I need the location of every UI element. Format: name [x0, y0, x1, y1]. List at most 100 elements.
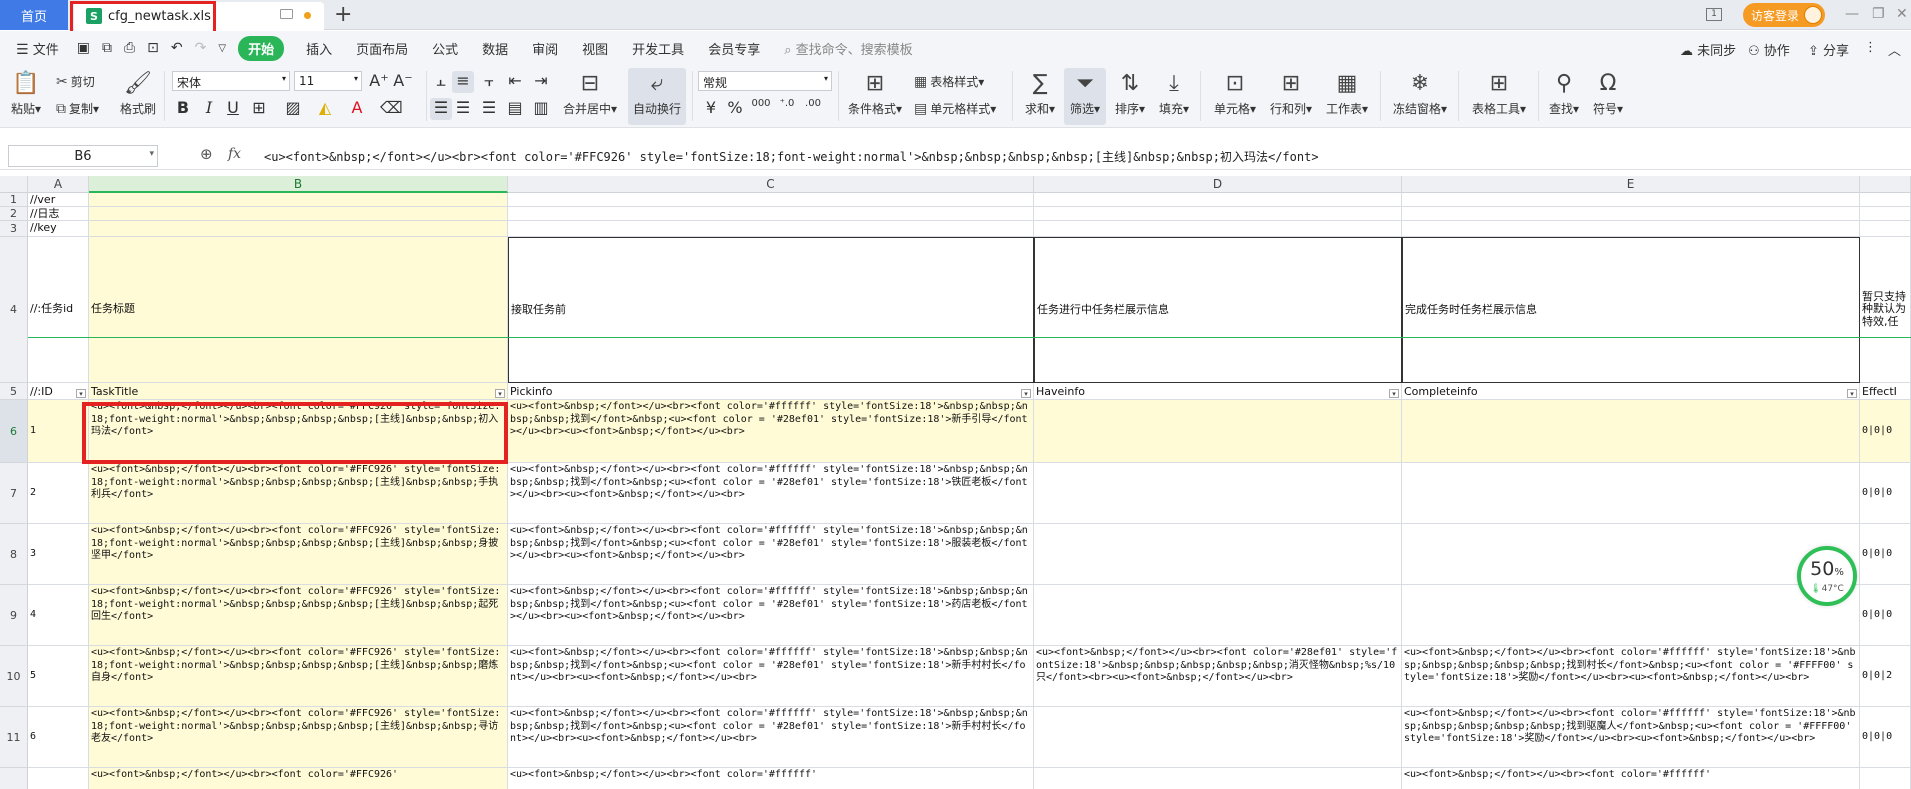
align-middle-icon[interactable]: ≡	[452, 71, 474, 90]
cell-b-3[interactable]	[89, 221, 508, 237]
increase-decimal-icon[interactable]: ⁺.0	[776, 98, 798, 109]
cell-f-12[interactable]	[1860, 768, 1911, 789]
row-col-button[interactable]: ⊞ 行和列▾	[1266, 71, 1316, 117]
cell-f-4[interactable]: 暂只支持种默认为特效,任	[1860, 237, 1911, 383]
cell-f-9[interactable]: 0|0|0	[1860, 585, 1911, 646]
freeze-panes-button[interactable]: ❄ 冻结窗格▾	[1390, 71, 1450, 117]
menu-review[interactable]: 审阅	[532, 39, 558, 58]
cell-f-8[interactable]: 0|0|0	[1860, 524, 1911, 585]
table-style-button[interactable]: ▦ 表格样式▾	[914, 73, 984, 90]
cell-a-3[interactable]: //key	[28, 221, 89, 237]
cell-e-7[interactable]	[1402, 463, 1860, 524]
increase-font-icon[interactable]: A⁺	[368, 71, 390, 90]
align-bottom-icon[interactable]: ⫟	[478, 71, 500, 91]
cell-a-5[interactable]: //:ID ▾	[28, 383, 89, 400]
redo-icon[interactable]: ↷	[195, 40, 207, 56]
cell-b-5[interactable]: TaskTitle ▾	[89, 383, 508, 400]
new-tab-button[interactable]: +	[334, 2, 352, 27]
cell-d-2[interactable]	[1034, 207, 1402, 221]
cell-e-8[interactable]	[1402, 524, 1860, 585]
merge-center-button[interactable]: ⊟ 合并居中▾	[562, 71, 618, 117]
sort-button[interactable]: ⇅ 排序▾	[1112, 71, 1148, 117]
cell-e-11[interactable]: <u><font>&nbsp;</font></u><br><font colo…	[1402, 707, 1860, 768]
menu-member[interactable]: 会员专享	[708, 39, 760, 58]
menu-insert[interactable]: 插入	[306, 39, 332, 58]
share-button[interactable]: ⇪ 分享	[1808, 40, 1849, 59]
customize-arrow-icon[interactable]: ▽	[218, 43, 226, 54]
cell-d-8[interactable]	[1034, 524, 1402, 585]
find-button[interactable]: ⚲ 查找▾	[1546, 71, 1582, 117]
cell-b-12[interactable]: <u><font>&nbsp;</font></u><br><font colo…	[89, 768, 508, 789]
cell-c-8[interactable]: <u><font>&nbsp;</font></u><br><font colo…	[508, 524, 1034, 585]
cell-b-8[interactable]: <u><font>&nbsp;</font></u><br><font colo…	[89, 524, 508, 585]
font-size-select[interactable]: 11 ▾	[294, 71, 362, 91]
cell-d-4[interactable]: 任务进行中任务栏展示信息	[1034, 237, 1402, 383]
cell-f-7[interactable]: 0|0|0	[1860, 463, 1911, 524]
more-icon[interactable]: ⋮	[1864, 40, 1877, 55]
paste-button[interactable]: 📋 粘贴▾	[10, 71, 42, 117]
menu-developer[interactable]: 开发工具	[632, 39, 684, 58]
cell-f-2[interactable]	[1860, 207, 1911, 221]
cell-button[interactable]: ⊡ 单元格▾	[1210, 71, 1260, 117]
cell-a-7[interactable]: 2	[28, 463, 89, 524]
decrease-font-icon[interactable]: A⁻	[392, 71, 414, 90]
tab-home[interactable]: 首页	[0, 0, 68, 30]
cell-d-1[interactable]	[1034, 193, 1402, 207]
collab-button[interactable]: ⚇ 协作	[1748, 40, 1790, 59]
menu-page-layout[interactable]: 页面布局	[356, 39, 408, 58]
cell-b-10[interactable]: <u><font>&nbsp;</font></u><br><font colo…	[89, 646, 508, 707]
cell-e-10[interactable]: <u><font>&nbsp;</font></u><br><font colo…	[1402, 646, 1860, 707]
row-header[interactable]: 11	[0, 707, 28, 768]
function-icon[interactable]: fx	[228, 146, 241, 162]
row-header[interactable]: 2	[0, 207, 28, 221]
filter-dropdown-icon[interactable]: ▾	[1389, 389, 1399, 398]
cell-b-4[interactable]: 任务标题	[89, 237, 508, 383]
row-header[interactable]: 3	[0, 221, 28, 237]
cell-e-4[interactable]: 完成任务时任务栏展示信息	[1402, 237, 1860, 383]
column-header-c[interactable]: C	[508, 176, 1034, 193]
cell-b-1[interactable]	[89, 193, 508, 207]
cell-fill-icon[interactable]: ▨	[282, 98, 304, 117]
cell-e-3[interactable]	[1402, 221, 1860, 237]
cell-f-3[interactable]	[1860, 221, 1911, 237]
cell-style-button[interactable]: ▤ 单元格样式▾	[914, 100, 996, 117]
performance-widget[interactable]: 50% 🌡47°C	[1797, 546, 1857, 606]
cell-e-9[interactable]	[1402, 585, 1860, 646]
cell-f-5[interactable]: EffectI	[1860, 383, 1911, 400]
layout-icon[interactable]: 1	[1706, 8, 1722, 21]
cell-e-5[interactable]: Completeinfo ▾	[1402, 383, 1860, 400]
cell-b-7[interactable]: <u><font>&nbsp;</font></u><br><font colo…	[89, 463, 508, 524]
login-button[interactable]: 访客登录	[1743, 3, 1825, 27]
cell-e-12[interactable]: <u><font>&nbsp;</font></u><br><font colo…	[1402, 768, 1860, 789]
column-header-d[interactable]: D	[1034, 176, 1402, 193]
save-icon[interactable]: ▣	[77, 40, 90, 56]
close-icon[interactable]: ✕	[1896, 6, 1908, 22]
name-box[interactable]: B6 ▾	[8, 145, 158, 167]
cell-c-9[interactable]: <u><font>&nbsp;</font></u><br><font colo…	[508, 585, 1034, 646]
spreadsheet-grid[interactable]: ABCDE 1//ver 2//日志 3//key 4//:任务id 任务标题 接取任务前…	[0, 176, 1911, 789]
thousands-icon[interactable]: 000	[750, 98, 772, 109]
align-center-icon[interactable]: ☰	[452, 98, 474, 117]
symbol-button[interactable]: Ω 符号▾	[1590, 71, 1626, 117]
collapse-ribbon-icon[interactable]: ︿	[1888, 40, 1901, 59]
sum-button[interactable]: ∑ 求和▾	[1022, 71, 1058, 117]
cell-d-10[interactable]: <u><font>&nbsp;</font></u><br><font colo…	[1034, 646, 1402, 707]
column-header-a[interactable]: A	[28, 176, 89, 193]
cell-a-9[interactable]: 4	[28, 585, 89, 646]
print-preview-icon[interactable]: ⊡	[147, 40, 159, 56]
highlight-icon[interactable]: ◭	[314, 98, 336, 117]
menu-view[interactable]: 视图	[582, 39, 608, 58]
cell-c-5[interactable]: Pickinfo ▾	[508, 383, 1034, 400]
cell-d-12[interactable]	[1034, 768, 1402, 789]
column-header-b[interactable]: B	[89, 176, 508, 193]
font-name-select[interactable]: 宋体 ▾	[172, 71, 290, 91]
cell-a-2[interactable]: //日志	[28, 207, 89, 221]
row-header[interactable]: 5	[0, 383, 28, 400]
cell-a-4[interactable]: //:任务id	[28, 237, 89, 383]
cell-c-1[interactable]	[508, 193, 1034, 207]
increase-indent-icon[interactable]: ⇥	[530, 71, 552, 90]
sheet-button[interactable]: ▦ 工作表▾	[1322, 71, 1372, 117]
cell-d-6[interactable]	[1034, 400, 1402, 463]
row-header[interactable]: 8	[0, 524, 28, 585]
copy-button[interactable]: ⧉ 复制▾	[56, 100, 99, 117]
